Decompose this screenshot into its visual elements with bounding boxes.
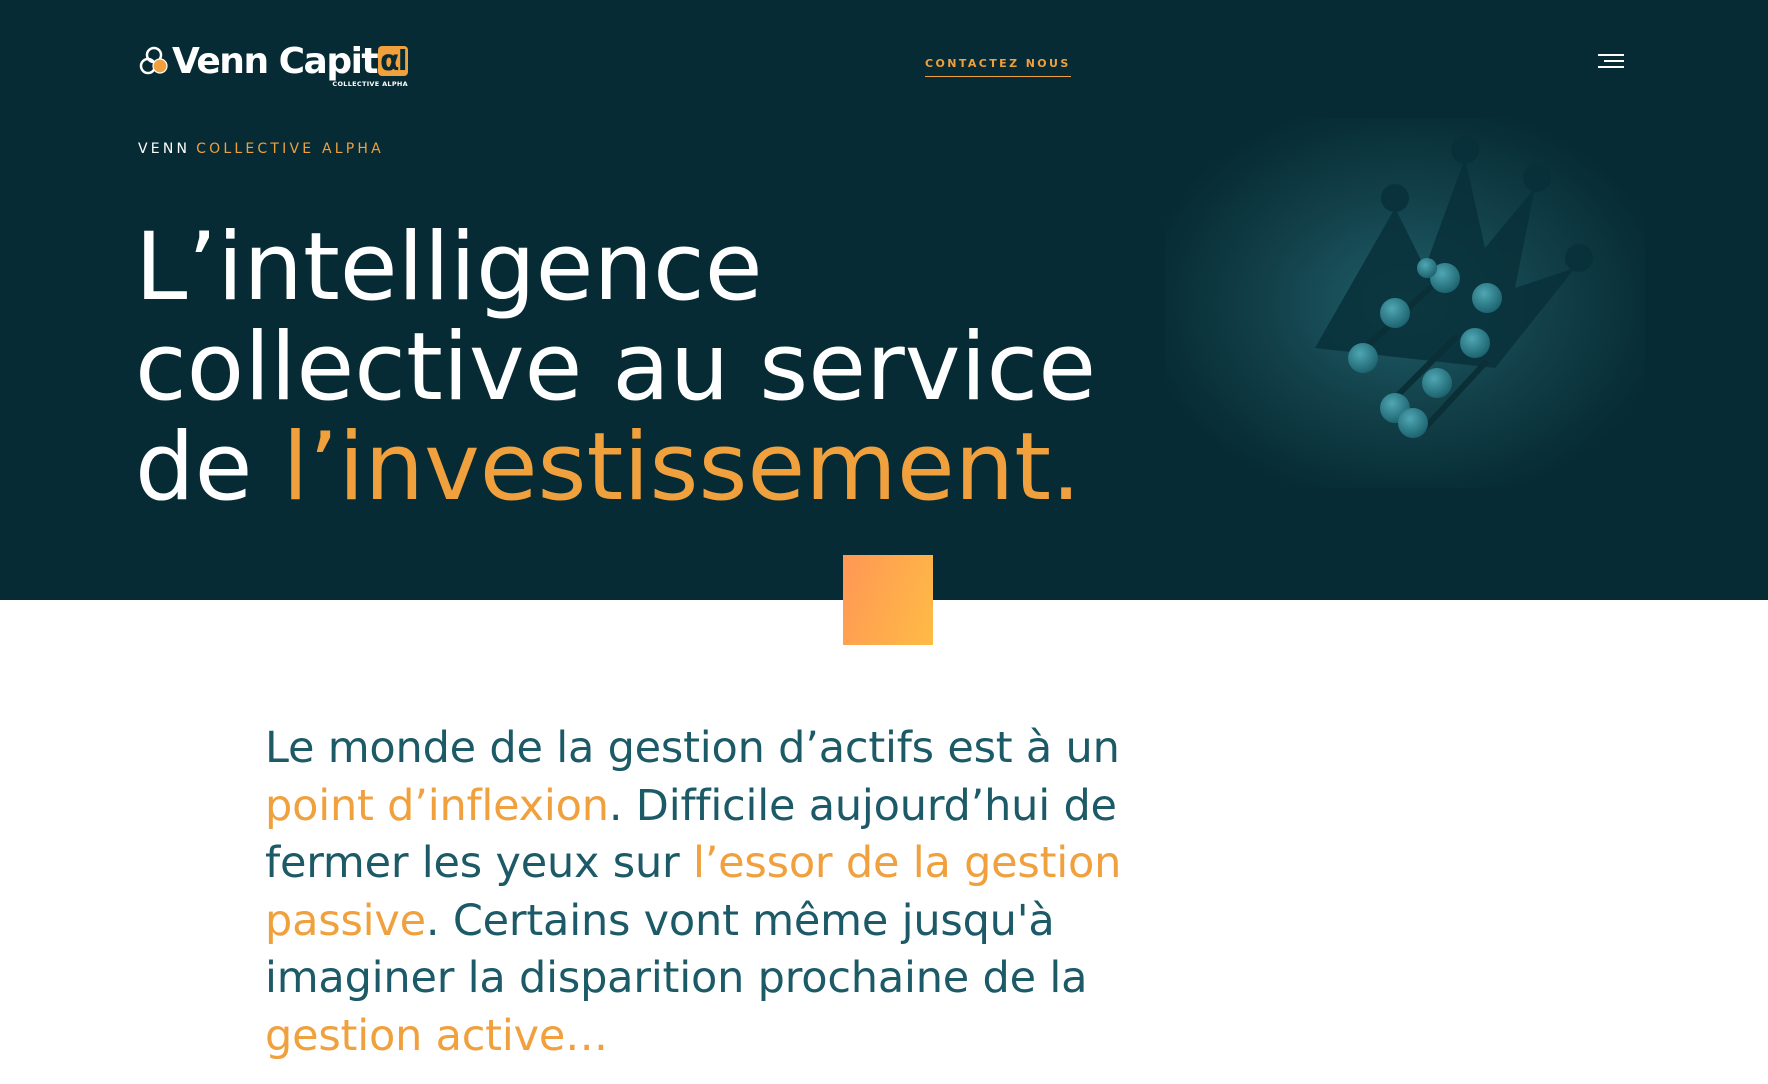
headline-line-1: L’intelligence	[135, 213, 763, 322]
hamburger-menu-icon[interactable]	[1598, 54, 1624, 72]
eyebrow-venn: VENN	[138, 141, 191, 157]
logo-alpha-badge: αl	[378, 44, 408, 77]
venn-capital-logo[interactable]: Venn Capit αl COLLECTIVE ALPHA	[138, 40, 408, 88]
hero-eyebrow: VENN COLLECTIVE ALPHA	[138, 141, 384, 157]
headline-line-3-prefix: de	[135, 413, 283, 522]
intro-highlight-active: gestion active…	[265, 1010, 608, 1061]
hero-headline: L’intelligence collective au service de …	[135, 218, 1096, 518]
venn-circles-icon	[139, 46, 168, 75]
intro-seg-1: Le monde de la gestion d’actifs est à un	[265, 723, 1120, 773]
chess-pieces-image	[1165, 118, 1645, 488]
menu-bar-top	[1598, 54, 1624, 56]
headline-line-2: collective au service	[135, 313, 1097, 422]
logo-wordmark: Venn Capit αl COLLECTIVE ALPHA	[172, 40, 408, 88]
hero-section: Venn Capit αl COLLECTIVE ALPHA CONTACTEZ …	[0, 0, 1768, 600]
logo-text-main: Venn Capit	[172, 41, 379, 82]
menu-bar-middle	[1604, 60, 1624, 62]
headline-accent: l’investissement.	[282, 413, 1081, 522]
logo-subtitle: COLLECTIVE ALPHA	[332, 80, 408, 88]
menu-bar-bottom	[1598, 66, 1624, 68]
contact-link[interactable]: CONTACTEZ NOUS	[925, 57, 1071, 77]
gradient-square-accent	[843, 555, 933, 645]
intro-highlight-inflexion: point d’inflexion	[265, 780, 609, 831]
intro-paragraph: Le monde de la gestion d’actifs est à un…	[265, 720, 1145, 1065]
eyebrow-collective-alpha: COLLECTIVE ALPHA	[196, 141, 384, 157]
